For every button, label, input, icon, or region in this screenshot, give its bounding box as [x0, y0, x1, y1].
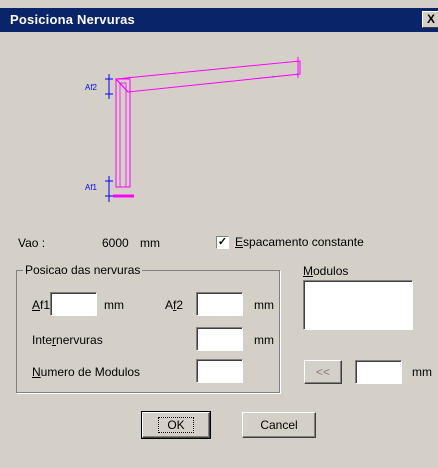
af2-unit: mm — [254, 298, 274, 312]
espacamento-label-text: spacamento constante — [243, 235, 364, 249]
af1-label-text: f1 — [40, 298, 51, 312]
af2-label-text: 2 — [176, 298, 184, 312]
espacamento-checkbox[interactable]: ✓ — [216, 236, 229, 249]
modulos-label: Modulos — [303, 264, 348, 278]
close-button[interactable]: X — [422, 11, 438, 28]
af1-dim-label: Af1 — [85, 183, 98, 192]
numero-modulos-label-hotkey: N — [32, 365, 41, 379]
numero-modulos-input[interactable] — [196, 359, 243, 383]
internervuras-input[interactable] — [196, 327, 243, 351]
modulos-label-hotkey: M — [303, 264, 313, 278]
vao-unit: mm — [140, 236, 160, 250]
modulos-unit: mm — [412, 365, 432, 379]
af1-label: Af1 — [32, 298, 50, 312]
numero-modulos-label-text: umero de Modulos — [40, 365, 141, 379]
af1-unit: mm — [104, 298, 124, 312]
cancel-button[interactable]: Cancel — [242, 412, 316, 438]
column-inner — [119, 82, 127, 188]
beam-outline — [114, 60, 301, 93]
modulos-list[interactable] — [303, 280, 413, 330]
modulos-label-text: odulos — [313, 264, 349, 278]
nervura-diagram: Af2 Af1 — [85, 57, 301, 202]
posicao-group-title: Posicao das nervuras — [23, 263, 143, 277]
internervuras-label: Internervuras — [32, 333, 103, 347]
back-button[interactable]: << — [304, 360, 342, 384]
af1-label-hotkey: A — [32, 298, 41, 312]
af2-label-pre: A — [165, 298, 174, 312]
af1-input[interactable] — [50, 292, 97, 316]
ok-button[interactable]: OK — [141, 411, 211, 439]
posiciona-nervuras-dialog: Posiciona Nervuras X Af2 Af1 Vao : 6000 … — [0, 0, 438, 468]
title-bar: Posiciona Nervuras X — [0, 8, 438, 32]
espacamento-label[interactable]: Espacamento constante — [235, 235, 364, 249]
internervuras-unit: mm — [254, 333, 274, 347]
numero-modulos-label: Numero de Modulos — [32, 365, 140, 379]
vao-value: 6000 — [102, 236, 129, 250]
vao-label: Vao : — [18, 236, 46, 250]
internervuras-label-pre: Inte — [32, 333, 53, 347]
modulos-value-input[interactable] — [355, 360, 402, 384]
ok-button-label: OK — [158, 417, 194, 433]
af2-input[interactable] — [196, 292, 243, 316]
window-title: Posiciona Nervuras — [10, 12, 135, 27]
internervuras-label-text: nervuras — [56, 333, 103, 347]
espacamento-label-hotkey: E — [235, 235, 244, 249]
af2-dim-label: Af2 — [85, 83, 98, 92]
column-outline — [115, 78, 131, 188]
af2-label: Af2 — [165, 298, 183, 312]
